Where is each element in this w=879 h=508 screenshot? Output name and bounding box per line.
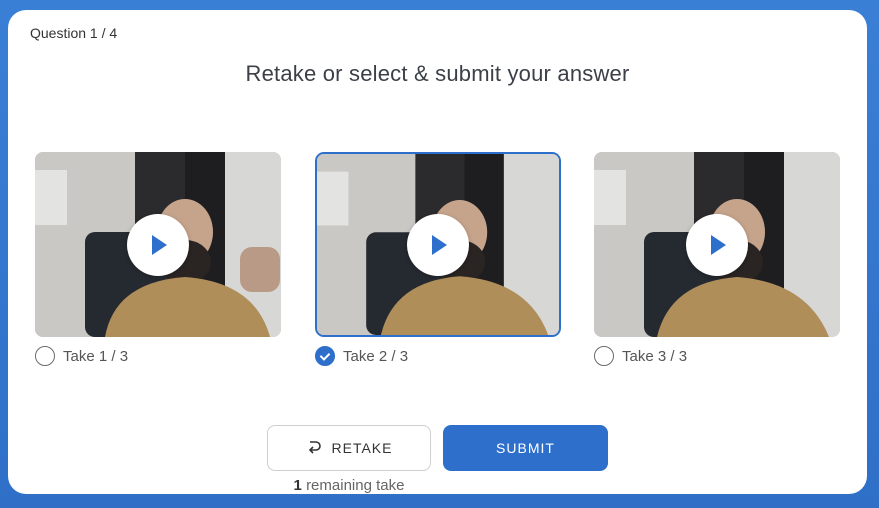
submit-button[interactable]: SUBMIT — [443, 425, 608, 471]
take-label: Take 2 / 3 — [343, 347, 409, 365]
question-card: Question 1 / 4 Retake or select & submit… — [8, 10, 867, 494]
remaining-label: remaining take — [306, 477, 405, 494]
video-thumbnail[interactable] — [594, 152, 840, 337]
remaining-takes-text: 1 remaining take — [267, 477, 431, 494]
retake-label: RETAKE — [331, 440, 393, 456]
take-radio[interactable] — [594, 346, 614, 366]
submit-label: SUBMIT — [496, 440, 555, 456]
take-label: Take 1 / 3 — [63, 347, 129, 365]
take-option-1[interactable]: Take 1 / 3 — [35, 152, 281, 366]
page-title: Retake or select & submit your answer — [245, 61, 630, 86]
remaining-count: 1 — [293, 477, 302, 494]
question-counter: Question 1 / 4 — [30, 25, 118, 41]
video-thumbnail[interactable] — [315, 152, 561, 337]
retake-button[interactable]: RETAKE — [267, 425, 431, 471]
take-radio[interactable] — [35, 346, 55, 366]
take-radio[interactable] — [315, 346, 335, 366]
play-icon[interactable] — [686, 213, 748, 276]
take-label: Take 3 / 3 — [622, 347, 688, 365]
retake-arrow-icon — [308, 441, 321, 454]
play-icon[interactable] — [407, 213, 469, 276]
play-icon[interactable] — [127, 213, 189, 276]
take-option-2[interactable]: Take 2 / 3 — [315, 152, 561, 366]
take-option-3[interactable]: Take 3 / 3 — [594, 152, 840, 366]
video-thumbnail[interactable] — [35, 152, 281, 337]
